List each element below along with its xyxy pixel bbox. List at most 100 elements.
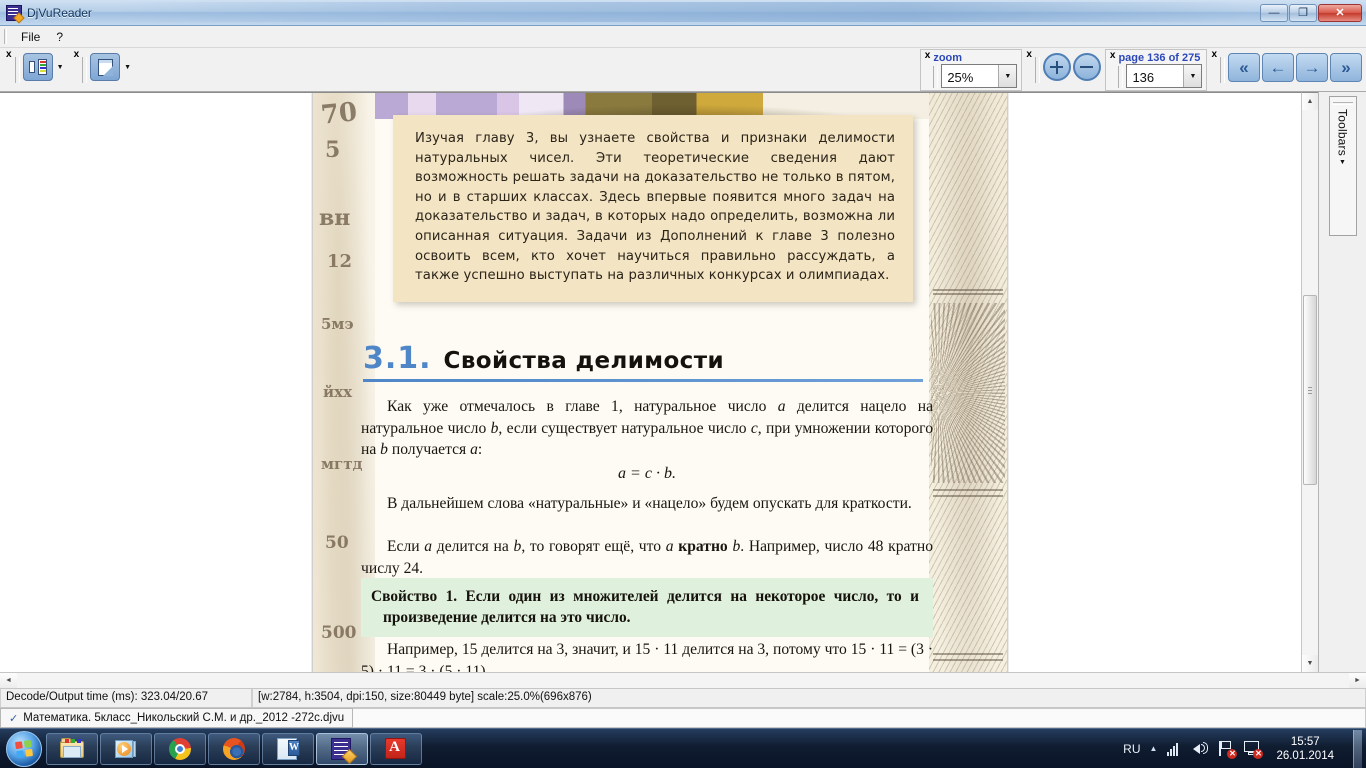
scroll-up-icon[interactable]: ▲: [1302, 93, 1318, 110]
toolbars-tab[interactable]: Toolbars ▼: [1328, 96, 1357, 236]
previous-page-icon[interactable]: ←: [1262, 53, 1294, 82]
document-tab[interactable]: ✓ Математика. 5класс_Никольский С.М. и д…: [0, 708, 354, 728]
toolbar-grip[interactable]: [1118, 66, 1124, 88]
toolbars-tab-grip[interactable]: [1332, 102, 1353, 105]
zoom-out-icon[interactable]: [1072, 53, 1101, 81]
margin-scribble: 70: [319, 97, 359, 131]
system-tray: RU ▲ ✕ ✕ 15:57 26.01.2014: [1123, 729, 1366, 768]
scroll-right-icon[interactable]: ►: [1349, 673, 1366, 688]
toolbar-grip[interactable]: [1220, 57, 1225, 83]
toolbar-close-icon[interactable]: x: [1209, 49, 1220, 60]
document-canvas[interactable]: 70 5 вн 12 5мэ йхх мгтд 50 500 Изучая гл…: [0, 92, 1301, 672]
next-page-icon[interactable]: →: [1296, 53, 1328, 82]
right-dock-panel: Toolbars ▼: [1318, 92, 1366, 672]
error-badge-icon: ✕: [1227, 749, 1238, 759]
taskbar-item-mozilla-firefox[interactable]: [208, 732, 260, 765]
taskbar-item-windows-explorer[interactable]: [46, 732, 98, 765]
restore-button[interactable]: ❐: [1289, 3, 1317, 22]
chevron-down-icon[interactable]: ▼: [122, 53, 133, 81]
vertical-scroll-thumb[interactable]: [1303, 295, 1317, 485]
menu-item-help[interactable]: ?: [48, 28, 71, 46]
menu-grip[interactable]: [4, 29, 7, 44]
flag-icon[interactable]: ✕: [1218, 740, 1238, 759]
margin-scribble: вн: [319, 205, 351, 231]
toolbar-band-page: x page 136 of 275 136 ▼: [1104, 49, 1208, 91]
network-icon[interactable]: [1166, 740, 1183, 757]
right-margin-decoration: [929, 93, 1007, 672]
show-hidden-icons-icon[interactable]: ▲: [1150, 744, 1158, 753]
window-controls: — ❐ ✕: [1260, 3, 1366, 22]
toolbar-close-icon[interactable]: x: [1108, 50, 1119, 61]
windows-logo-icon: [14, 739, 34, 758]
toolbar-close-icon[interactable]: x: [4, 49, 15, 60]
status-bar: Decode/Output time (ms): 323.04/20.67 [w…: [0, 688, 1366, 707]
horizontal-scrollbar[interactable]: ◄ ►: [0, 672, 1366, 688]
minimize-button[interactable]: —: [1260, 3, 1288, 22]
taskbar-item-djvureader[interactable]: [316, 732, 368, 765]
toolbar-grip[interactable]: [933, 66, 939, 88]
toolbar-grip[interactable]: [14, 57, 20, 83]
chevron-down-icon[interactable]: ▼: [55, 53, 66, 81]
djvu-document-icon: [6, 4, 25, 24]
toolbar-band-panes: x ▼: [2, 49, 70, 91]
clock[interactable]: 15:57 26.01.2014: [1270, 735, 1340, 763]
zoom-value[interactable]: 25%: [942, 65, 998, 87]
document-tab-label: Математика. 5класс_Никольский С.М. и др.…: [23, 712, 345, 724]
language-indicator[interactable]: RU: [1123, 742, 1140, 756]
toolbar-grip[interactable]: [1034, 57, 1040, 83]
document-tab-bar: ✓ Математика. 5класс_Никольский С.М. и д…: [0, 707, 1366, 728]
menu-item-file[interactable]: File: [13, 28, 48, 46]
taskbar-item-google-chrome[interactable]: [154, 732, 206, 765]
last-page-icon[interactable]: »: [1330, 53, 1362, 82]
page-number-combo[interactable]: 136 ▼: [1126, 64, 1203, 88]
paragraph-3: Если a делится на b, то говорят ещё, что…: [361, 538, 933, 577]
firefox-icon: [222, 737, 246, 761]
margin-scribble: мгтд: [321, 455, 363, 473]
toolbar-close-icon[interactable]: x: [1024, 49, 1035, 60]
taskbar-item-adobe-reader[interactable]: A: [370, 732, 422, 765]
tab-bar-empty-area: [353, 708, 1366, 728]
status-decode-time: Decode/Output time (ms): 323.04/20.67: [0, 689, 252, 707]
margin-scribble: 5: [325, 137, 341, 163]
clock-time: 15:57: [1290, 735, 1320, 748]
folder-icon: [60, 737, 84, 761]
paragraph-4: Например, 15 делится на 3, значит, и 15 …: [361, 641, 934, 672]
property-1-box: Свойство 1. Если один из множителей дели…: [361, 578, 933, 637]
media-player-icon: [114, 737, 138, 761]
zoom-combo[interactable]: 25% ▼: [941, 64, 1018, 88]
close-button[interactable]: ✕: [1318, 3, 1362, 22]
chevron-down-icon[interactable]: ▼: [1183, 65, 1202, 87]
vertical-scrollbar[interactable]: ▲ ▼: [1301, 92, 1318, 672]
check-icon: ✓: [9, 712, 19, 725]
zoom-in-icon[interactable]: [1042, 53, 1071, 81]
chrome-icon: [168, 737, 192, 761]
windows-taskbar: W A RU ▲ ✕ ✕ 15:57 26.01.2014: [0, 728, 1366, 768]
margin-scribble: 12: [327, 251, 353, 272]
toolbar-close-icon[interactable]: x: [72, 49, 83, 60]
taskbar-item-microsoft-word[interactable]: W: [262, 732, 314, 765]
start-button[interactable]: [6, 730, 42, 767]
volume-icon[interactable]: [1192, 740, 1209, 757]
page-number-input[interactable]: 136: [1127, 65, 1183, 87]
single-page-icon[interactable]: [90, 53, 121, 81]
show-desktop-button[interactable]: [1353, 729, 1362, 768]
monitor-icon[interactable]: ✕: [1244, 740, 1264, 759]
chevron-down-icon[interactable]: ▼: [1339, 159, 1346, 166]
toolbar-close-icon[interactable]: x: [923, 50, 934, 61]
first-page-icon[interactable]: «: [1228, 53, 1260, 82]
toolbars-tab-label: Toolbars: [1335, 109, 1350, 156]
scroll-down-icon[interactable]: ▼: [1302, 655, 1318, 672]
vertical-scroll-track[interactable]: [1302, 110, 1318, 655]
toolbar-grip[interactable]: [82, 57, 88, 83]
toolbar-strip: x ▼ x ▼ x zoom 25% ▼ x x page 136 of 275…: [0, 48, 1366, 92]
taskbar-item-windows-media-player[interactable]: [100, 732, 152, 765]
clock-date: 26.01.2014: [1276, 749, 1334, 762]
scroll-left-icon[interactable]: ◄: [0, 673, 17, 688]
error-badge-icon: ✕: [1253, 749, 1264, 759]
title-bar: DjVuReader — ❐ ✕: [0, 0, 1366, 26]
horizontal-scroll-track[interactable]: [17, 673, 1349, 688]
toolbar-band-page-layout: x ▼: [70, 49, 138, 91]
chevron-down-icon[interactable]: ▼: [998, 65, 1017, 87]
split-panes-icon[interactable]: [22, 53, 53, 81]
toolbar-band-zoom: x zoom 25% ▼: [919, 49, 1023, 91]
